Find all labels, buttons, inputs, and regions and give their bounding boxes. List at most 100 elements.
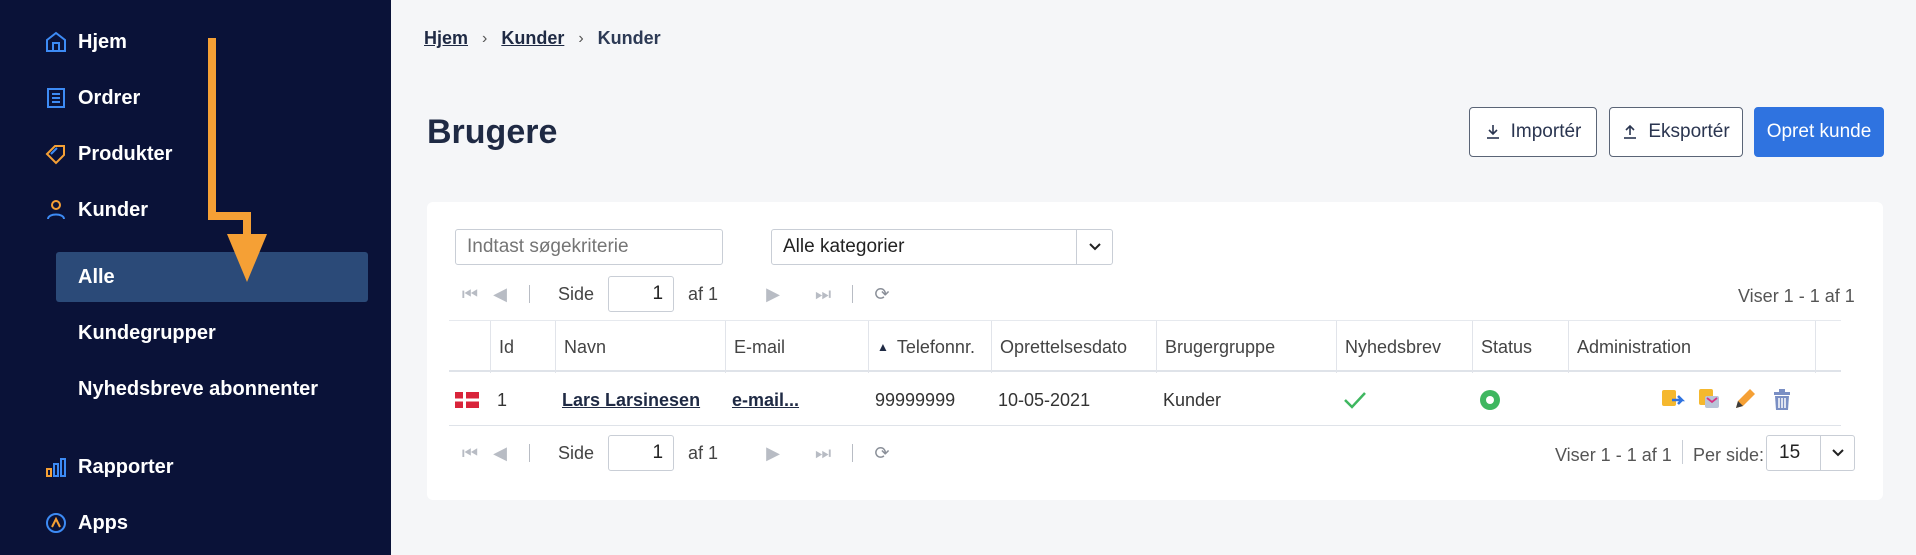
export-button-label: Eksportér — [1648, 121, 1730, 142]
login-as-customer-icon[interactable] — [1660, 386, 1686, 412]
prev-page-icon[interactable]: ◀ — [485, 279, 515, 309]
sidebar-subitem-customer-groups[interactable]: Kundegrupper — [56, 308, 368, 358]
column-header-name[interactable]: Navn — [555, 321, 725, 373]
category-select[interactable]: Alle kategorier — [771, 229, 1113, 265]
breadcrumb-customers-link[interactable]: Kunder — [501, 28, 564, 49]
pager-top: ⏮ ◀ Side af 1 ▶ ⏭ ⟳ — [455, 276, 897, 312]
column-header-email[interactable]: E-mail — [725, 321, 868, 373]
sidebar-item-label: Hjem — [78, 30, 127, 53]
next-page-icon[interactable]: ▶ — [758, 438, 788, 468]
per-page-value: 15 — [1779, 442, 1801, 463]
page-label: Side — [558, 442, 595, 463]
sidebar-subitem-label: Nyhedsbreve abonnenter — [78, 377, 319, 400]
sidebar-subitem-label: Kundegrupper — [78, 321, 216, 344]
pager-info-top: Viser 1 - 1 af 1 — [1738, 286, 1855, 306]
cell-id: 1 — [497, 389, 508, 410]
denmark-flag-icon — [455, 374, 479, 426]
cell-created: 10-05-2021 — [998, 389, 1091, 410]
page-number-input[interactable] — [608, 276, 675, 312]
table-row: 1 Lars Larsinesen e-mail... 99999999 10-… — [449, 374, 1841, 426]
chevron-right-icon: › — [578, 29, 584, 47]
sidebar-item-apps[interactable]: Apps — [44, 503, 128, 543]
column-header-status[interactable]: Status — [1472, 321, 1568, 373]
divider — [529, 444, 530, 462]
last-page-icon[interactable]: ⏭ — [808, 279, 838, 309]
search-input[interactable] — [455, 229, 723, 265]
page-title: Brugere — [427, 113, 558, 151]
sidebar-item-label: Rapporter — [78, 455, 174, 478]
bar-chart-icon — [44, 455, 68, 479]
cell-name: Lars Larsinesen — [562, 374, 700, 426]
user-icon — [44, 198, 68, 222]
chevron-down-icon — [1820, 436, 1854, 470]
page-number-input[interactable] — [608, 435, 675, 471]
status-active-icon — [1479, 374, 1501, 426]
refresh-icon[interactable]: ⟳ — [867, 279, 897, 309]
sidebar-subitem-all[interactable]: Alle — [56, 252, 368, 302]
sidebar-item-customers[interactable]: Kunder — [44, 190, 148, 230]
pager-bottom: ⏮ ◀ Side af 1 ▶ ⏭ ⟳ — [455, 435, 897, 471]
column-header-newsletter[interactable]: Nyhedsbrev — [1336, 321, 1472, 373]
send-info-icon[interactable] — [1697, 386, 1723, 412]
sidebar-item-label: Apps — [78, 511, 128, 534]
sidebar-item-label: Produkter — [78, 142, 173, 165]
page-count-label: af 1 — [688, 442, 719, 463]
per-page-select[interactable]: 15 — [1766, 435, 1855, 471]
column-header-phone[interactable]: ▲ Telefonnr. — [868, 321, 991, 373]
sort-ascending-icon: ▲ — [877, 340, 889, 354]
pager-info-bottom: Viser 1 - 1 af 1 — [1555, 445, 1672, 465]
cell-email: e-mail... — [732, 374, 799, 426]
column-header-phone-label: Telefonnr. — [896, 336, 975, 357]
download-icon — [1486, 125, 1499, 139]
cell-phone: 99999999 — [875, 389, 956, 410]
create-customer-button[interactable]: Opret kunde — [1754, 107, 1884, 157]
apps-icon — [44, 511, 68, 535]
breadcrumb: Hjem › Kunder › Kunder — [424, 28, 661, 49]
sidebar-item-label: Kunder — [78, 198, 148, 221]
first-page-icon[interactable]: ⏮ — [455, 438, 485, 468]
per-page-label: Per side: — [1693, 445, 1765, 465]
category-select-value: Alle kategorier — [783, 236, 905, 257]
sidebar-subitem-label: Alle — [78, 265, 115, 288]
sidebar-subitem-newsletter-subscribers[interactable]: Nyhedsbreve abonnenter — [56, 364, 368, 414]
divider — [1682, 440, 1683, 464]
refresh-icon[interactable]: ⟳ — [867, 438, 897, 468]
import-button[interactable]: Importér — [1469, 107, 1597, 157]
page-count-label: af 1 — [688, 283, 719, 304]
cell-group: Kunder — [1163, 389, 1222, 410]
next-page-icon[interactable]: ▶ — [758, 279, 788, 309]
sidebar-item-orders[interactable]: Ordrer — [44, 78, 140, 118]
orders-icon — [44, 86, 68, 110]
divider — [852, 444, 854, 462]
upload-icon — [1624, 124, 1637, 139]
divider — [529, 285, 530, 303]
sidebar-item-home[interactable]: Hjem — [44, 22, 127, 62]
breadcrumb-current: Kunder — [597, 28, 661, 48]
export-button[interactable]: Eksportér — [1609, 107, 1743, 157]
column-header-group[interactable]: Brugergruppe — [1156, 321, 1336, 373]
table-header: Id Navn E-mail ▲ Telefonnr. Oprettelsesd… — [449, 320, 1841, 373]
column-header-id[interactable]: Id — [490, 321, 555, 373]
edit-pencil-icon[interactable] — [1732, 386, 1758, 412]
breadcrumb-home-link[interactable]: Hjem — [424, 28, 468, 49]
delete-trash-icon[interactable] — [1769, 386, 1795, 412]
create-customer-button-label: Opret kunde — [1766, 121, 1872, 142]
sidebar: Hjem Ordrer Produkter Kunder Alle Kundeg… — [0, 0, 391, 555]
home-icon — [44, 30, 68, 54]
sidebar-item-reports[interactable]: Rapporter — [44, 447, 174, 487]
prev-page-icon[interactable]: ◀ — [485, 438, 515, 468]
chevron-right-icon: › — [482, 29, 488, 47]
first-page-icon[interactable]: ⏮ — [455, 279, 485, 309]
import-button-label: Importér — [1510, 121, 1582, 142]
customer-email-link[interactable]: e-mail... — [732, 390, 799, 411]
tag-icon — [44, 142, 68, 166]
newsletter-checkmark-icon — [1343, 374, 1367, 426]
column-header-administration: Administration — [1568, 321, 1816, 373]
divider — [852, 285, 854, 303]
chevron-down-icon — [1076, 230, 1112, 264]
sidebar-item-products[interactable]: Produkter — [44, 134, 172, 174]
column-header-created[interactable]: Oprettelsesdato — [991, 321, 1156, 373]
last-page-icon[interactable]: ⏭ — [808, 438, 838, 468]
customer-name-link[interactable]: Lars Larsinesen — [562, 390, 700, 411]
sidebar-item-label: Ordrer — [78, 86, 141, 109]
